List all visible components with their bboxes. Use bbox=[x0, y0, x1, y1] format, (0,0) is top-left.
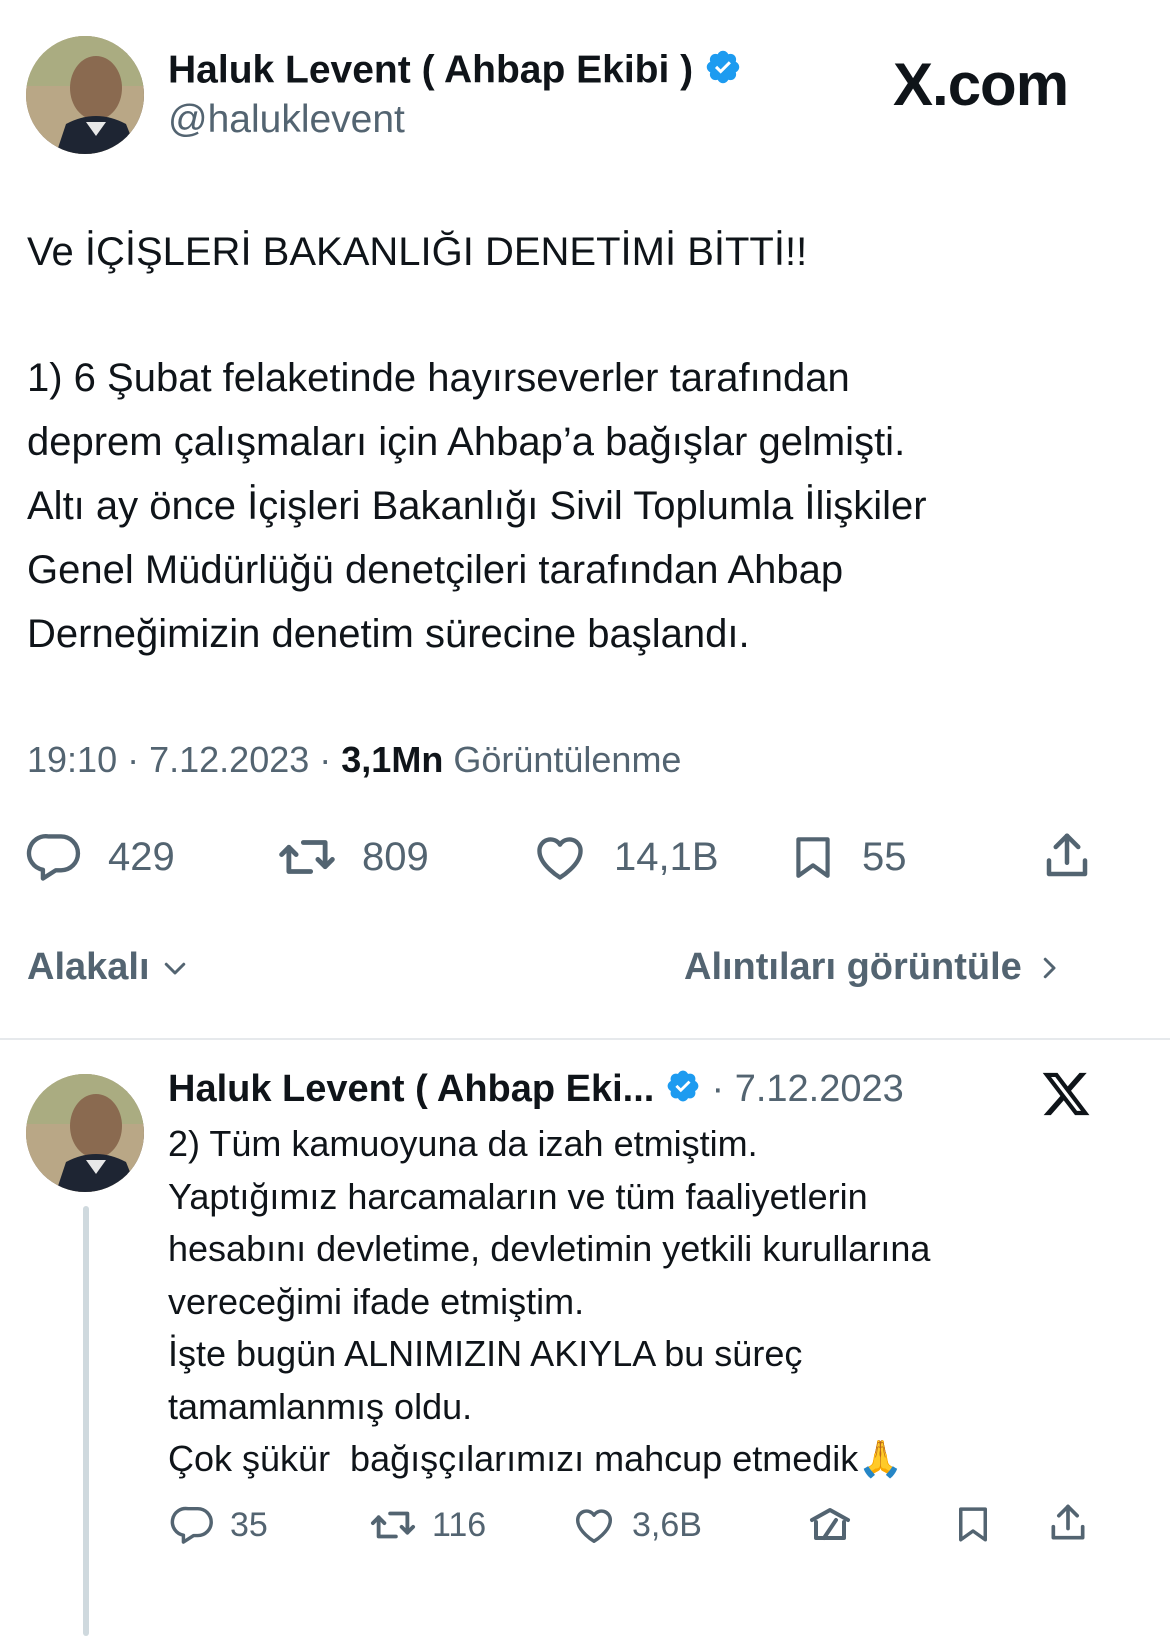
like-count: 14,1B bbox=[614, 834, 719, 879]
grok-icon bbox=[810, 1508, 850, 1540]
tweet-headline: Ve İÇİŞLERİ BAKANLIĞI DENETİMİ BİTTİ!! bbox=[27, 230, 808, 274]
reply-author-row: Haluk Levent ( Ahbap Eki... · 7.12.2023 bbox=[168, 1068, 904, 1114]
view-quotes-link[interactable]: Alıntıları görüntüle bbox=[684, 946, 1064, 989]
views-count: 3,1Mn bbox=[341, 739, 444, 780]
view-quotes-label: Alıntıları görüntüle bbox=[684, 946, 1022, 988]
reply-repost-count: 116 bbox=[432, 1505, 487, 1544]
reply-date[interactable]: 7.12.2023 bbox=[735, 1068, 904, 1110]
meta-separator: · bbox=[127, 739, 150, 780]
reply-icon bbox=[170, 1506, 213, 1544]
views-label: Görüntülenme bbox=[453, 739, 682, 780]
x-com-brand: X.com bbox=[893, 51, 1069, 118]
tweet-time[interactable]: 19:10 bbox=[27, 739, 117, 780]
reply-icon bbox=[26, 834, 81, 881]
bookmark-icon bbox=[959, 1507, 987, 1542]
reply-body: 2) Tüm kamuoyuna da izah etmiştim. Yaptı… bbox=[168, 1123, 931, 1479]
reply-author-avatar[interactable] bbox=[26, 1074, 144, 1192]
repost-count: 809 bbox=[362, 834, 429, 879]
reply-share-button[interactable] bbox=[1046, 1498, 1090, 1548]
like-button[interactable]: 14,1B bbox=[530, 828, 719, 886]
reply-reply-count: 35 bbox=[230, 1505, 268, 1544]
like-icon bbox=[537, 837, 583, 880]
bookmark-count: 55 bbox=[862, 834, 907, 879]
like-icon bbox=[575, 1509, 613, 1544]
bookmark-icon bbox=[796, 837, 830, 878]
share-icon bbox=[1051, 1504, 1085, 1540]
reply-button[interactable]: 429 bbox=[26, 828, 175, 886]
share-button[interactable] bbox=[1040, 826, 1094, 886]
author-name-text[interactable]: Haluk Levent ( Ahbap Ekibi ) bbox=[168, 48, 693, 91]
related-dropdown[interactable]: Alakalı bbox=[27, 946, 190, 989]
reply-repost-button[interactable]: 116 bbox=[368, 1502, 486, 1548]
repost-icon bbox=[279, 840, 335, 874]
tweet-date[interactable]: 7.12.2023 bbox=[149, 739, 309, 780]
bookmark-button[interactable]: 55 bbox=[788, 828, 907, 886]
author-avatar[interactable] bbox=[26, 36, 144, 154]
chevron-right-icon bbox=[1043, 957, 1056, 978]
x-logo-icon bbox=[1040, 1068, 1092, 1120]
reply-like-button[interactable]: 3,6B bbox=[570, 1502, 702, 1548]
reply-like-count: 3,6B bbox=[632, 1505, 702, 1544]
reply-date-separator: · bbox=[711, 1068, 735, 1111]
reply-author-name[interactable]: Haluk Levent ( Ahbap Eki... bbox=[168, 1068, 654, 1110]
verified-badge-icon bbox=[665, 1068, 701, 1114]
reply-bookmark-button[interactable] bbox=[952, 1500, 994, 1548]
thread-line bbox=[83, 1206, 89, 1636]
repost-button[interactable]: 809 bbox=[276, 828, 429, 886]
grok-button[interactable] bbox=[806, 1500, 854, 1548]
meta-separator: · bbox=[319, 739, 342, 780]
verified-badge-icon bbox=[704, 48, 742, 96]
reply-count: 429 bbox=[108, 834, 175, 879]
share-icon bbox=[1046, 833, 1088, 877]
tweet-body: 1) 6 Şubat felaketinde hayırseverler tar… bbox=[27, 356, 927, 656]
chevron-down-icon bbox=[164, 962, 185, 974]
reply-reply-button[interactable]: 35 bbox=[170, 1502, 268, 1548]
section-divider bbox=[0, 1038, 1170, 1040]
author-handle[interactable]: @haluklevent bbox=[168, 98, 405, 142]
related-label: Alakalı bbox=[27, 946, 150, 988]
repost-icon bbox=[370, 1511, 416, 1539]
tweet-meta: 19:10 · 7.12.2023 · 3,1Mn Görüntülenme bbox=[27, 739, 681, 781]
author-name[interactable]: Haluk Levent ( Ahbap Ekibi ) bbox=[168, 48, 742, 96]
